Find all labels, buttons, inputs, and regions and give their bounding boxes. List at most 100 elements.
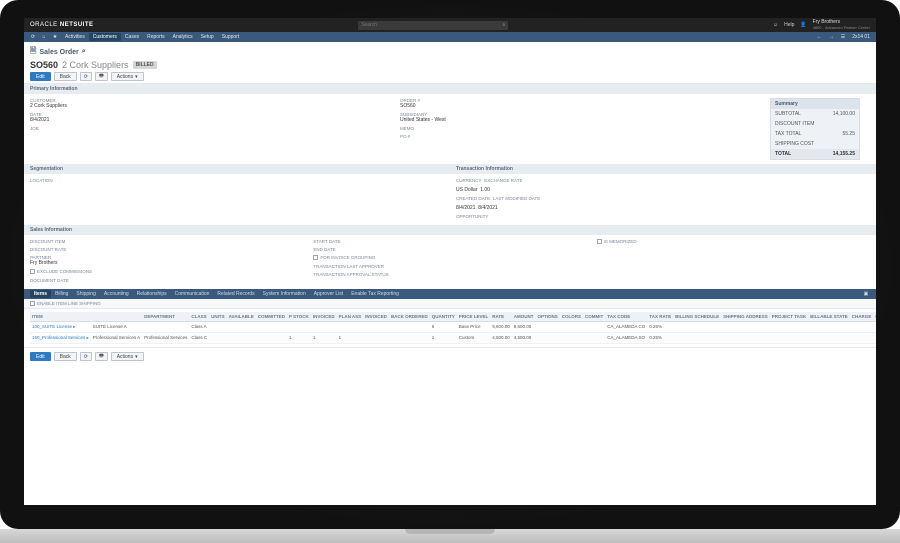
rate-label: EXCHANGE RATE xyxy=(484,178,522,183)
invgroup-checkbox[interactable] xyxy=(313,255,318,260)
enable-shipping-checkbox[interactable] xyxy=(30,301,35,306)
docdate-label: DOCUMENT DATE xyxy=(30,278,303,283)
col-header[interactable]: COLORS xyxy=(560,312,583,322)
nav-cases[interactable]: Cases xyxy=(121,33,143,41)
col-header[interactable]: P STOCK xyxy=(287,312,311,322)
col-header[interactable]: PRICE LEVEL xyxy=(457,312,491,322)
job-label: JOB xyxy=(30,126,390,131)
invgroup-label: FOR INVOICE GROUPING xyxy=(320,255,375,260)
opportunity-label: OPPORTUNITY xyxy=(456,214,870,219)
summary-row: SHIPPING COST xyxy=(771,139,859,149)
tab-system-information[interactable]: System Information xyxy=(259,290,310,298)
col-header[interactable]: SHIPPING ADDRESS xyxy=(721,312,770,322)
global-search-input[interactable] xyxy=(358,21,508,30)
tab-items[interactable]: Items xyxy=(30,290,51,298)
col-header[interactable]: CLASS xyxy=(189,312,209,322)
nav-forward-icon[interactable]: → xyxy=(827,34,836,40)
record-type: Sales Order xyxy=(39,49,78,56)
nav-activities[interactable]: Activities xyxy=(61,33,89,41)
startdate-label: START DATE xyxy=(313,239,586,244)
help-icon[interactable]: Help xyxy=(784,22,794,28)
nav-customers[interactable]: Customers xyxy=(89,33,121,41)
subtabs: ItemsBillingShippingAccountingRelationsh… xyxy=(24,289,876,299)
col-header[interactable] xyxy=(91,312,142,322)
tab-enable-tax-reporting[interactable]: Enable Tax Reporting xyxy=(347,290,403,298)
po-label: PO # xyxy=(400,134,760,139)
tab-accounting[interactable]: Accounting xyxy=(100,290,133,298)
col-header[interactable]: CHARGE xyxy=(850,312,874,322)
exclude-checkbox[interactable] xyxy=(30,269,35,274)
enable-shipping-label: ENABLE ITEM LINE SHIPPING xyxy=(37,301,101,306)
col-header[interactable]: PLAN ASS xyxy=(337,312,364,322)
nav-list-icon[interactable]: ☰ xyxy=(839,34,847,40)
currency-label: CURRENCY xyxy=(456,178,482,183)
nav-star-icon[interactable]: ★ xyxy=(50,33,60,41)
col-header[interactable]: DEPARTMENT xyxy=(142,312,189,322)
col-header[interactable]: TAX CODE xyxy=(605,312,647,322)
user-area: ☺ Help 👤 Fry Brothers 4800 - Advanced Pa… xyxy=(773,20,870,30)
col-header[interactable]: BILLING SCHEDULE xyxy=(673,312,721,322)
table-row[interactable]: 150_Professional Services ▸Professional … xyxy=(30,333,876,344)
nav-back-icon[interactable]: ← xyxy=(815,34,824,40)
col-header[interactable]: COMMIT xyxy=(583,312,605,322)
col-header[interactable]: CHARGE xyxy=(873,312,876,322)
summary-title: Summary xyxy=(771,99,859,109)
search-icon[interactable]: ⌕ xyxy=(502,22,505,28)
col-header[interactable]: AMOUNT xyxy=(512,312,536,322)
status-badge: BILLED xyxy=(133,61,157,69)
col-header[interactable]: ITEM xyxy=(30,312,91,322)
date-value: 8/4/2021 xyxy=(30,117,390,123)
discountrate-label: DISCOUNT RATE xyxy=(30,247,303,252)
user-role-box[interactable]: Fry Brothers 4800 - Advanced Partner Cen… xyxy=(813,20,870,30)
user-avatar-icon[interactable]: 👤 xyxy=(800,22,806,28)
col-header[interactable]: INVOICED xyxy=(311,312,337,322)
col-header[interactable]: PROJECT TASK xyxy=(770,312,808,322)
created-value: 8/4/2021 xyxy=(456,205,475,211)
modified-label: LAST MODIFIED DATE xyxy=(493,196,540,201)
discount-label: DISCOUNT ITEM xyxy=(30,239,303,244)
nav-refresh-icon[interactable]: ⟳ xyxy=(28,33,38,41)
record-search-icon[interactable]: ⌕ xyxy=(82,48,86,56)
tab-shipping[interactable]: Shipping xyxy=(72,290,99,298)
print-button-footer[interactable]: 🖶 xyxy=(95,352,108,361)
col-header[interactable]: BACK ORDERED xyxy=(389,312,430,322)
summary-box: Summary SUBTOTAL14,100.00DISCOUNT ITEMTA… xyxy=(770,98,860,160)
edit-button-footer[interactable]: Edit xyxy=(30,352,51,361)
col-header[interactable]: OPTIONS xyxy=(536,312,560,322)
col-header[interactable]: UNITS xyxy=(209,312,227,322)
tab-communication[interactable]: Communication xyxy=(171,290,214,298)
expand-icon[interactable]: ▣ xyxy=(862,291,870,297)
tab-billing[interactable]: Billing xyxy=(51,290,72,298)
nav-support[interactable]: Support xyxy=(218,33,244,41)
back-button-footer[interactable]: Back xyxy=(54,352,77,361)
col-header[interactable]: BILLABLE STATE xyxy=(808,312,850,322)
approver-label: TRANSACTION LAST APPROVER xyxy=(313,264,586,269)
item-link[interactable]: 150_Professional Services ▸ xyxy=(30,333,91,344)
col-header[interactable]: TAX RATE xyxy=(647,312,673,322)
item-link[interactable]: 100_SUITE License ▸ xyxy=(30,322,91,333)
col-header[interactable]: QUANTITY xyxy=(430,312,457,322)
refresh-button[interactable]: ⟳ xyxy=(80,72,92,81)
col-header[interactable]: COMMITTED xyxy=(256,312,287,322)
refresh-button-footer[interactable]: ⟳ xyxy=(80,352,92,361)
tab-relationships[interactable]: Relationships xyxy=(133,290,171,298)
col-header[interactable]: INVOICED xyxy=(363,312,389,322)
table-row[interactable]: 100_SUITE License ▸SUITE License AClass … xyxy=(30,322,876,333)
tab-related-records[interactable]: Related Records xyxy=(213,290,258,298)
actions-menu-footer[interactable]: Actions ▾ xyxy=(111,352,144,361)
edit-button[interactable]: Edit xyxy=(30,72,51,81)
back-button[interactable]: Back xyxy=(54,72,77,81)
print-button[interactable]: 🖶 xyxy=(95,72,108,81)
feedback-icon[interactable]: ☺ xyxy=(773,22,778,28)
nav-dash-text: 2x14 01 xyxy=(850,34,872,40)
nav-home-icon[interactable]: ⌂ xyxy=(39,33,49,41)
nav-reports[interactable]: Reports xyxy=(143,33,169,41)
col-header[interactable]: RATE xyxy=(490,312,512,322)
tab-approver-list[interactable]: Approver List xyxy=(310,290,347,298)
nav-setup[interactable]: Setup xyxy=(197,33,218,41)
customer-value: 2 Cork Suppliers xyxy=(30,103,390,109)
ismemo-checkbox[interactable] xyxy=(597,239,602,244)
actions-menu[interactable]: Actions ▾ xyxy=(111,72,144,81)
col-header[interactable]: AVAILABLE xyxy=(227,312,256,322)
nav-analytics[interactable]: Analytics xyxy=(169,33,197,41)
